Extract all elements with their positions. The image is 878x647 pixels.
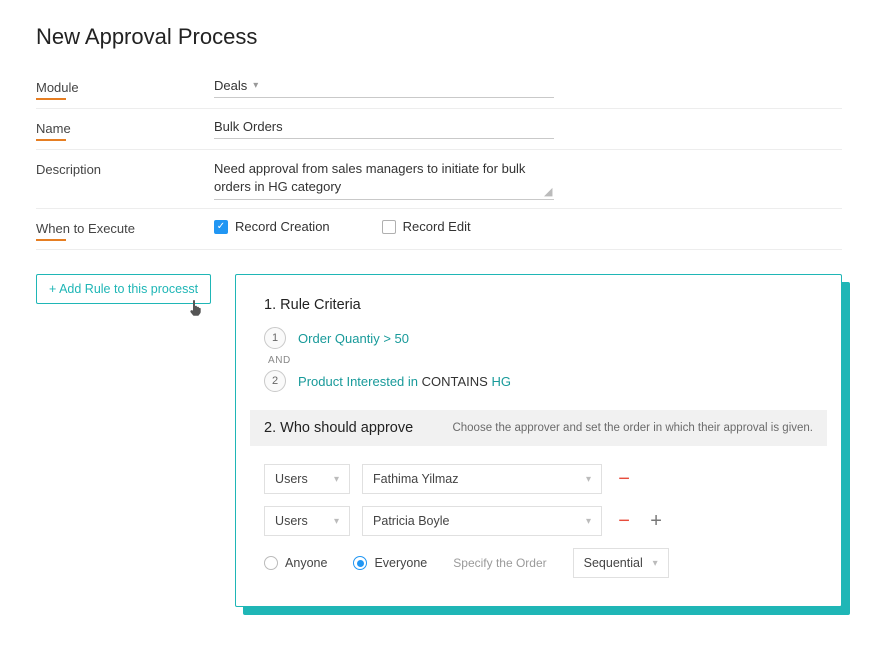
criteria-2-op: CONTAINS: [422, 374, 488, 389]
module-value: Deals: [214, 78, 247, 93]
chevron-down-icon: ▾: [653, 558, 658, 569]
approver-row-1: Users ▾ Fathima Yilmaz ▾ −: [264, 464, 813, 494]
name-input[interactable]: [214, 119, 554, 134]
order-select[interactable]: Sequential ▾: [573, 548, 669, 578]
add-approver-button[interactable]: +: [646, 512, 666, 530]
checkbox-empty-icon: [382, 220, 396, 234]
label-when: When to Execute: [36, 221, 135, 241]
anyone-label: Anyone: [285, 556, 327, 570]
criteria-number-1: 1: [264, 327, 286, 349]
row-description: Description ◢: [36, 150, 842, 209]
add-rule-button[interactable]: + Add Rule to this processt: [36, 274, 211, 304]
chevron-down-icon: ▾: [586, 516, 591, 527]
checkbox-record-edit[interactable]: Record Edit: [382, 219, 471, 234]
radio-selected-icon: [353, 556, 367, 570]
remove-approver-1-button[interactable]: −: [614, 470, 634, 488]
criteria-1-op: >: [383, 331, 391, 346]
label-module: Module: [36, 80, 79, 100]
rule-card: 1. Rule Criteria 1 Order Quantiy > 50 AN…: [235, 274, 842, 607]
page-title: New Approval Process: [36, 24, 842, 50]
chevron-down-icon: ▾: [253, 80, 258, 91]
checkbox-record-creation[interactable]: ✓ Record Creation: [214, 219, 330, 234]
specify-order-label: Specify the Order: [453, 556, 546, 570]
approver-2-type-select[interactable]: Users ▾: [264, 506, 350, 536]
radio-everyone[interactable]: Everyone: [353, 556, 427, 570]
chevron-down-icon: ▾: [586, 474, 591, 485]
radio-empty-icon: [264, 556, 278, 570]
approver-1-name-value: Fathima Yilmaz: [373, 472, 458, 486]
remove-approver-2-button[interactable]: −: [614, 512, 634, 530]
order-value: Sequential: [584, 556, 643, 570]
approver-1-type-value: Users: [275, 472, 308, 486]
add-rule-label: + Add Rule to this processt: [49, 282, 198, 296]
check-icon: ✓: [214, 220, 228, 234]
chevron-down-icon: ▾: [334, 516, 339, 527]
approval-mode-row: Anyone Everyone Specify the Order Sequen…: [264, 548, 813, 578]
criteria-1-value[interactable]: 50: [395, 331, 409, 346]
rule-criteria-title: 1. Rule Criteria: [264, 297, 813, 313]
approver-1-type-select[interactable]: Users ▾: [264, 464, 350, 494]
criteria-number-2: 2: [264, 370, 286, 392]
criteria-and-label: AND: [268, 355, 813, 366]
everyone-label: Everyone: [374, 556, 427, 570]
approver-2-name-select[interactable]: Patricia Boyle ▾: [362, 506, 602, 536]
approver-1-name-select[interactable]: Fathima Yilmaz ▾: [362, 464, 602, 494]
approver-2-type-value: Users: [275, 514, 308, 528]
label-description: Description: [36, 162, 101, 177]
criteria-2-field[interactable]: Product Interested in: [298, 374, 418, 389]
row-name: Name: [36, 109, 842, 150]
criteria-1-field[interactable]: Order Quantiy: [298, 331, 380, 346]
criteria-row-1: 1 Order Quantiy > 50: [264, 327, 813, 349]
approver-2-name-value: Patricia Boyle: [373, 514, 449, 528]
criteria-2-value[interactable]: HG: [491, 374, 511, 389]
chevron-down-icon: ▾: [334, 474, 339, 485]
approve-hint: Choose the approver and set the order in…: [452, 422, 813, 434]
criteria-row-2: 2 Product Interested in CONTAINS HG: [264, 370, 813, 392]
approver-row-2: Users ▾ Patricia Boyle ▾ − +: [264, 506, 813, 536]
record-creation-label: Record Creation: [235, 219, 330, 234]
row-when: When to Execute ✓ Record Creation Record…: [36, 209, 842, 250]
approve-header: 2. Who should approve Choose the approve…: [250, 410, 827, 446]
row-module: Module Deals ▾: [36, 68, 842, 109]
label-name: Name: [36, 121, 71, 141]
radio-anyone[interactable]: Anyone: [264, 556, 327, 570]
approve-title: 2. Who should approve: [264, 420, 413, 436]
description-textarea[interactable]: [214, 160, 554, 196]
module-dropdown[interactable]: Deals ▾: [214, 78, 554, 98]
record-edit-label: Record Edit: [403, 219, 471, 234]
